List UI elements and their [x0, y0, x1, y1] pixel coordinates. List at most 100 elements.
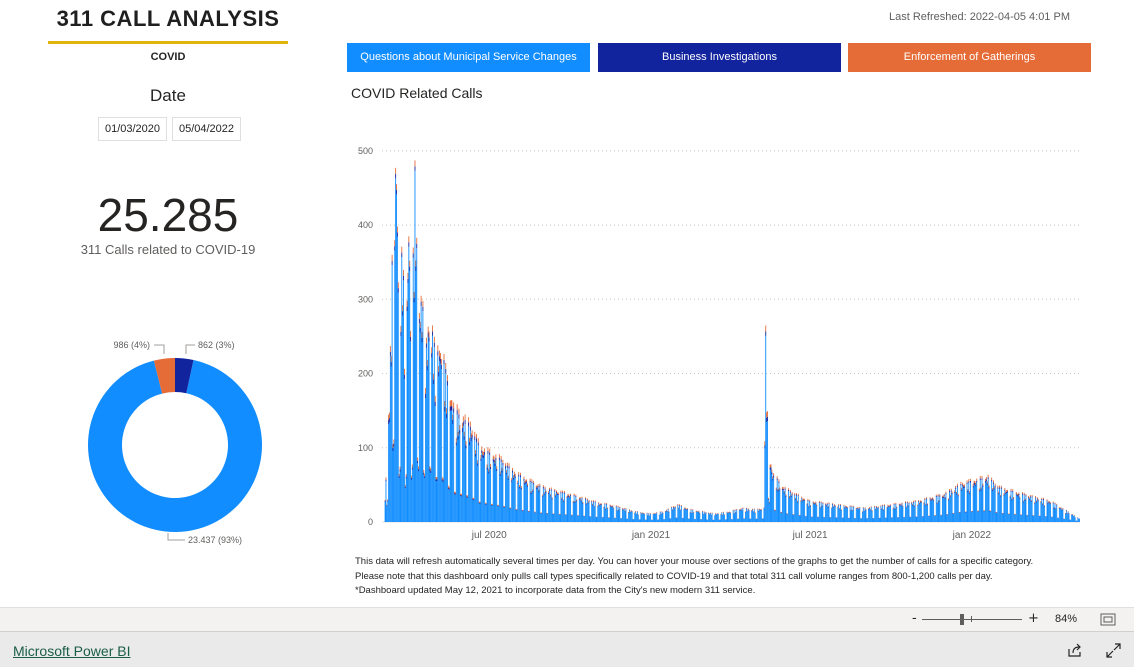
bar-segment-municipal	[986, 484, 988, 522]
bar-chart[interactable]: 0100200300400500jul 2020 jan 2021 jul 2021…	[340, 120, 1100, 545]
bar-segment-business	[763, 508, 765, 509]
bar-segment-gatherings	[828, 502, 830, 504]
bar-segment-municipal	[925, 505, 927, 522]
bar-segment-municipal	[681, 518, 683, 522]
bar-segment-business	[880, 506, 882, 507]
bar-segment-business	[1058, 508, 1060, 509]
bar-segment-gatherings	[550, 487, 552, 490]
business-investigations-button[interactable]: Business Investigations	[598, 43, 841, 72]
bar-segment-municipal	[996, 513, 998, 522]
bar-segment-gatherings	[477, 438, 479, 443]
bar-segment-gatherings	[968, 479, 970, 482]
bar-segment-gatherings	[384, 499, 386, 502]
bar-segment-municipal	[960, 485, 962, 522]
bar-segment-business	[570, 495, 572, 497]
date-start-input[interactable]: 01/03/2020	[98, 117, 167, 141]
bar-segment-business	[554, 490, 556, 492]
bar-segment-business	[403, 374, 405, 380]
bar-segment-gatherings	[616, 510, 618, 511]
bar-segment-municipal	[576, 501, 578, 522]
bar-segment-municipal	[861, 518, 863, 522]
bar-segment-municipal	[915, 516, 917, 522]
bar-segment-business	[1015, 493, 1017, 495]
bar-segment-gatherings	[399, 466, 401, 470]
bar-segment-gatherings	[500, 456, 502, 460]
zoom-in-button[interactable]: +	[1028, 611, 1039, 626]
bar-segment-municipal	[922, 516, 924, 522]
bar-segment-municipal	[920, 502, 922, 522]
bar-segment-gatherings	[929, 497, 931, 499]
bar-segment-municipal	[716, 514, 718, 522]
bar-segment-business	[893, 503, 895, 505]
share-icon[interactable]	[1067, 643, 1083, 658]
bar-segment-municipal	[760, 510, 762, 522]
bar-segment-municipal	[510, 508, 512, 522]
bar-segment-gatherings	[861, 511, 863, 512]
bar-segment-municipal	[755, 518, 757, 522]
bar-segment-gatherings	[548, 491, 550, 493]
bar-segment-municipal	[619, 508, 621, 522]
bar-segment-business	[1049, 502, 1051, 504]
bar-segment-gatherings	[703, 511, 705, 512]
bar-segment-business	[800, 501, 802, 503]
bar-segment-gatherings	[464, 414, 466, 420]
bar-segment-business	[473, 499, 475, 501]
bar-segment-gatherings	[488, 468, 490, 472]
bar-segment-business	[671, 507, 673, 509]
bar-segment-municipal	[601, 517, 603, 522]
bar-segment-business	[851, 506, 853, 507]
bar-segment-municipal	[448, 489, 450, 522]
date-end-input[interactable]: 05/04/2022	[172, 117, 241, 141]
bar-segment-municipal	[1050, 517, 1052, 522]
bar-segment-municipal	[938, 502, 940, 522]
bar-segment-gatherings	[857, 507, 859, 509]
bar-segment-business	[561, 498, 563, 500]
bar-segment-municipal	[409, 271, 411, 522]
bar-segment-gatherings	[840, 503, 841, 505]
bar-segment-business	[425, 343, 427, 348]
bar-segment-municipal	[498, 506, 499, 522]
zoom-out-button[interactable]: -	[912, 611, 917, 626]
bar-segment-gatherings	[1049, 501, 1051, 503]
bar-segment-business	[949, 490, 950, 492]
power-bi-link[interactable]: Microsoft Power BI	[13, 643, 130, 659]
bar-segment-business	[855, 508, 857, 510]
bar-segment-municipal	[738, 518, 739, 522]
fit-to-page-icon[interactable]	[1100, 613, 1116, 626]
zoom-slider-thumb[interactable]	[960, 614, 964, 625]
bar-segment-municipal	[621, 509, 623, 522]
bar-segment-business	[1042, 504, 1044, 505]
bar-segment-gatherings	[959, 511, 961, 513]
bar-segment-gatherings	[801, 496, 803, 498]
municipal-service-changes-button[interactable]: Questions about Municipal Service Change…	[347, 43, 590, 72]
bar-segment-business	[1022, 501, 1024, 503]
bar-segment-municipal	[1036, 499, 1038, 522]
bar-segment-municipal	[709, 514, 710, 522]
zoom-slider-track[interactable]	[922, 619, 1022, 620]
bar-segment-municipal	[933, 501, 935, 522]
date-filter-label: Date	[150, 86, 186, 105]
bar-segment-gatherings	[1031, 494, 1033, 497]
bar-segment-gatherings	[1017, 494, 1019, 496]
bar-segment-municipal	[724, 519, 726, 522]
bar-segment-municipal	[682, 518, 684, 522]
bar-segment-municipal	[468, 426, 470, 522]
bar-segment-municipal	[585, 499, 586, 522]
bar-segment-municipal	[790, 497, 792, 522]
bar-segment-municipal	[1043, 500, 1044, 522]
bar-segment-municipal	[1026, 515, 1028, 522]
bar-segment-business	[794, 494, 796, 496]
bar-segment-municipal	[604, 504, 606, 522]
bar-segment-gatherings	[1028, 495, 1030, 498]
bar-segment-municipal	[481, 453, 483, 522]
bar-segment-gatherings	[427, 326, 429, 333]
bar-segment-municipal	[541, 513, 543, 522]
donut-chart[interactable]: 862 (3%)986 (4%)23.437 (93%)	[60, 330, 290, 555]
enforcement-gatherings-button[interactable]: Enforcement of Gatherings	[848, 43, 1091, 72]
bar-segment-business	[985, 480, 986, 483]
fullscreen-icon[interactable]	[1106, 643, 1121, 658]
bar-segment-municipal	[813, 504, 815, 522]
x-tick-label: jul 2020	[471, 530, 507, 541]
bar-segment-business	[1012, 490, 1014, 493]
bar-segment-municipal	[666, 512, 668, 522]
